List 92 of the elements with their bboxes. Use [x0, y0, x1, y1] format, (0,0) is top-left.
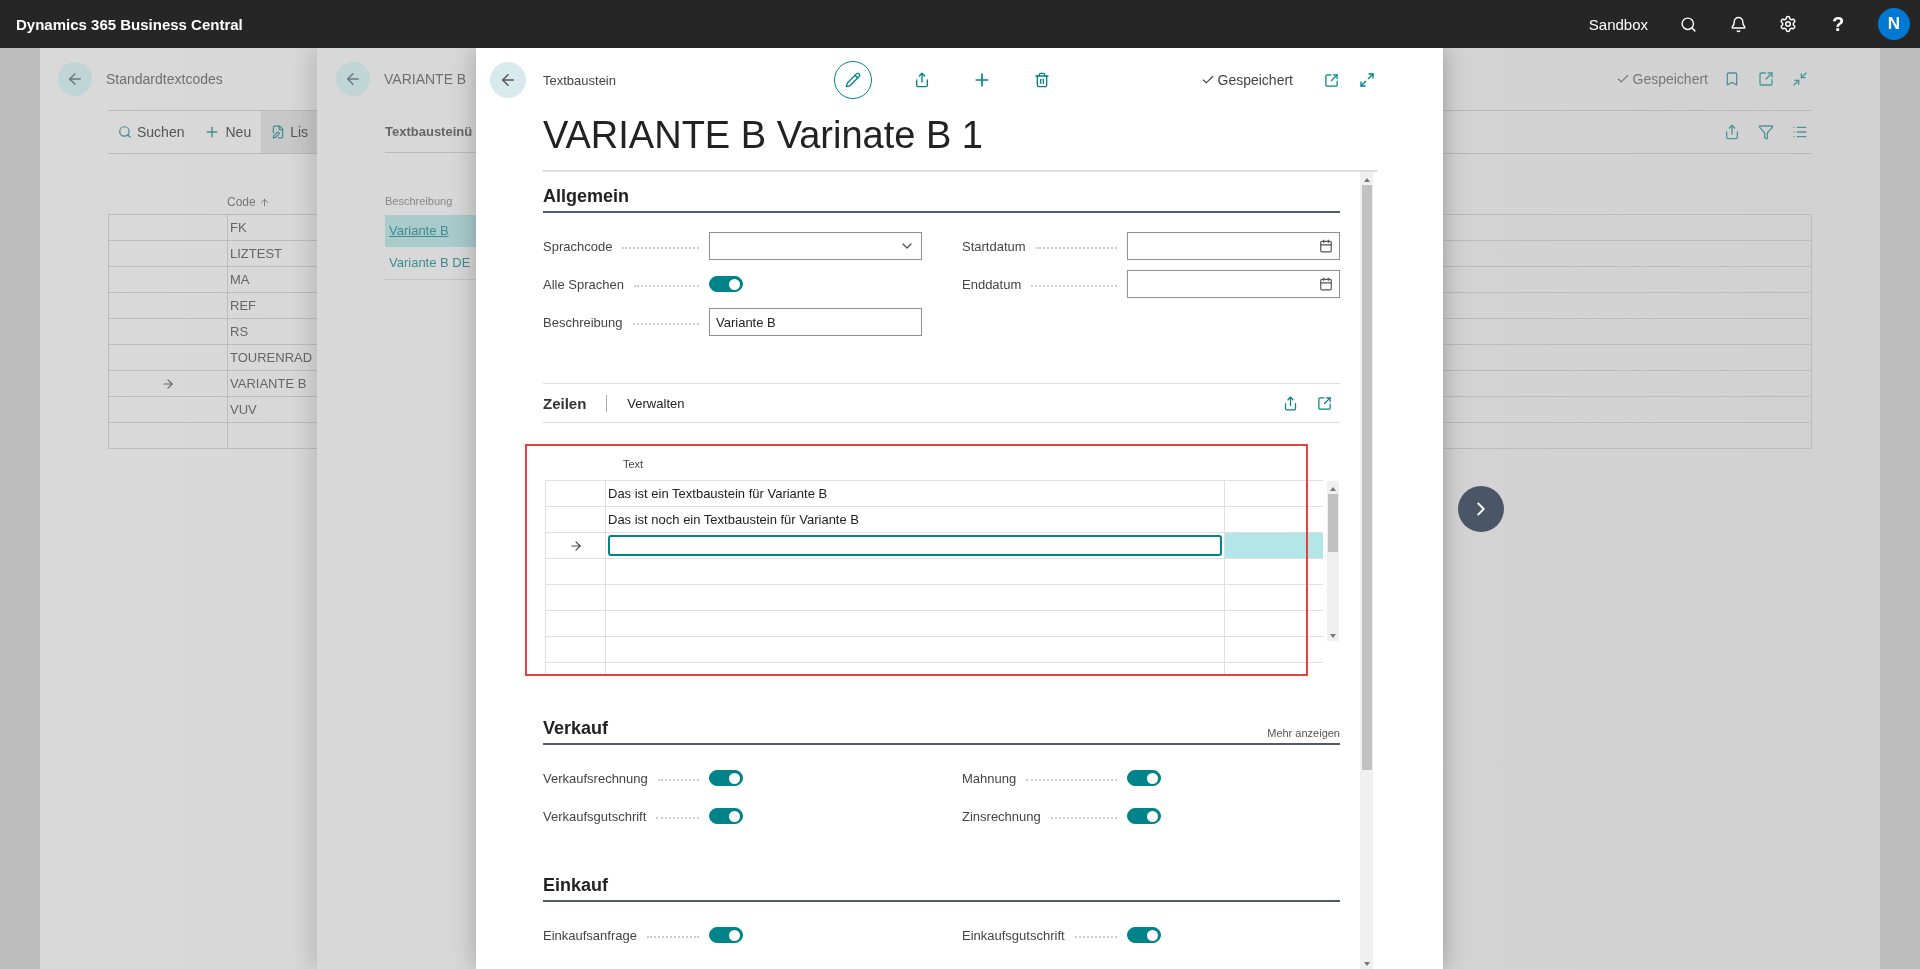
toolbar-action[interactable]: Neu — [194, 111, 262, 153]
edit-button[interactable] — [834, 61, 872, 99]
dropdown-field[interactable] — [709, 232, 922, 260]
environment-label: Sandbox — [1588, 15, 1648, 33]
help-button[interactable]: ? — [1828, 14, 1848, 34]
search-icon — [118, 125, 132, 139]
section-heading: Verkauf — [543, 718, 609, 739]
table-cell-text: VARIANTE B — [229, 375, 307, 393]
user-avatar[interactable]: N — [1878, 8, 1910, 40]
toggle-switch[interactable] — [709, 808, 743, 824]
field-label: Verkaufsgutschrift — [543, 808, 647, 824]
back-button[interactable] — [490, 62, 526, 98]
table-cell: Das ist ein Textbaustein für Variante B — [608, 486, 828, 501]
app-name: Dynamics 365 Business Central — [16, 15, 243, 33]
page-title: VARIANTE B — [384, 71, 467, 87]
sort-arrow-icon — [258, 196, 270, 208]
text-input-field[interactable] — [608, 535, 1222, 556]
table-cell-text: TOURENRAD — [229, 349, 313, 367]
filter-icon — [1758, 124, 1774, 140]
toolbar-action[interactable]: Suchen — [108, 111, 195, 153]
toggle-switch[interactable] — [709, 770, 743, 786]
bookmark-icon — [1724, 71, 1740, 87]
column-header: Beschreibung — [385, 195, 453, 209]
field-label: Alle Sprachen — [543, 276, 624, 292]
back-button[interactable] — [58, 62, 92, 96]
text-field[interactable]: Variante B — [709, 308, 922, 336]
toggle-switch[interactable] — [1127, 927, 1161, 943]
scrollbar[interactable] — [1327, 481, 1339, 641]
bell-icon — [1729, 15, 1747, 33]
field-label: Einkaufsanfrage — [543, 927, 637, 943]
current-row-arrow-icon — [568, 538, 583, 553]
table-edit-icon — [271, 125, 286, 139]
subpage-tab[interactable]: Textbausteinü — [385, 123, 473, 139]
table-cell-text: REF — [229, 297, 256, 315]
pop-out-icon — [1758, 71, 1774, 87]
expand-button[interactable] — [1357, 70, 1377, 90]
table-cell-text: LIZTEST — [229, 245, 282, 263]
share-icon — [914, 72, 930, 88]
toolbar-action[interactable]: Lis — [261, 111, 319, 153]
saved-status: Gespeichert — [1615, 71, 1708, 87]
list-icon — [1792, 124, 1808, 140]
checkmark-icon — [1200, 73, 1215, 87]
show-more-link[interactable]: Mehr anzeigen — [1267, 727, 1340, 739]
table-cell: Das ist noch ein Textbaustein für Variante B — [608, 512, 859, 527]
trash-icon — [1034, 72, 1050, 88]
gear-icon — [1779, 15, 1797, 33]
pop-out-icon — [1316, 395, 1332, 411]
filter-button[interactable] — [1756, 122, 1776, 142]
toggle-switch[interactable] — [1127, 808, 1161, 824]
checkmark-icon — [1615, 72, 1630, 86]
page-title: Standardtextcodes — [106, 71, 223, 87]
dialog-caption: Textbaustein — [543, 72, 617, 88]
field-label: Startdatum — [962, 238, 1026, 254]
field-label: Einkaufsgutschrift — [962, 927, 1065, 943]
settings-button[interactable] — [1778, 14, 1798, 34]
field-label: Sprachcode — [543, 238, 613, 254]
table-cell-text: MA — [229, 271, 250, 289]
search-icon — [1679, 15, 1697, 33]
notifications-button[interactable] — [1728, 14, 1748, 34]
field-label: Verkaufsrechnung — [543, 770, 648, 786]
back-button[interactable] — [336, 62, 370, 96]
share-icon — [1282, 395, 1298, 411]
field-label: Beschreibung — [543, 314, 623, 330]
table-cell-text: FK — [229, 219, 247, 237]
manage-tab[interactable]: Verwalten — [627, 395, 685, 411]
field-label: Zinsrechnung — [962, 808, 1041, 824]
date-field[interactable] — [1127, 232, 1340, 260]
column-header: Text — [623, 457, 644, 472]
toggle-switch[interactable] — [1127, 770, 1161, 786]
pencil-icon — [845, 72, 861, 88]
open-new-window-button[interactable] — [1756, 69, 1776, 89]
search-button[interactable] — [1678, 14, 1698, 34]
field-label: Mahnung — [962, 770, 1017, 786]
table-cell-text: RS — [229, 323, 249, 341]
collapse-icon — [1792, 71, 1808, 87]
date-field[interactable] — [1127, 270, 1340, 298]
share-icon — [1724, 124, 1740, 140]
lines-heading: Zeilen — [543, 394, 608, 412]
record-title: VARIANTE B Varinate B 1 — [543, 113, 984, 158]
pop-out-icon — [1323, 72, 1339, 88]
scrollbar[interactable] — [1360, 172, 1373, 969]
table-cell-text: VUV — [229, 401, 257, 419]
column-header[interactable]: Code — [227, 195, 256, 209]
calendar-icon — [1319, 277, 1333, 291]
saved-status: Gespeichert — [1200, 72, 1293, 88]
calendar-icon — [1319, 239, 1333, 253]
toggle-switch[interactable] — [709, 276, 743, 292]
field-label: Enddatum — [962, 276, 1022, 292]
section-heading: Allgemein — [543, 186, 630, 207]
expand-icon — [1359, 72, 1375, 88]
toggle-switch[interactable] — [709, 927, 743, 943]
section-heading: Einkauf — [543, 875, 608, 896]
